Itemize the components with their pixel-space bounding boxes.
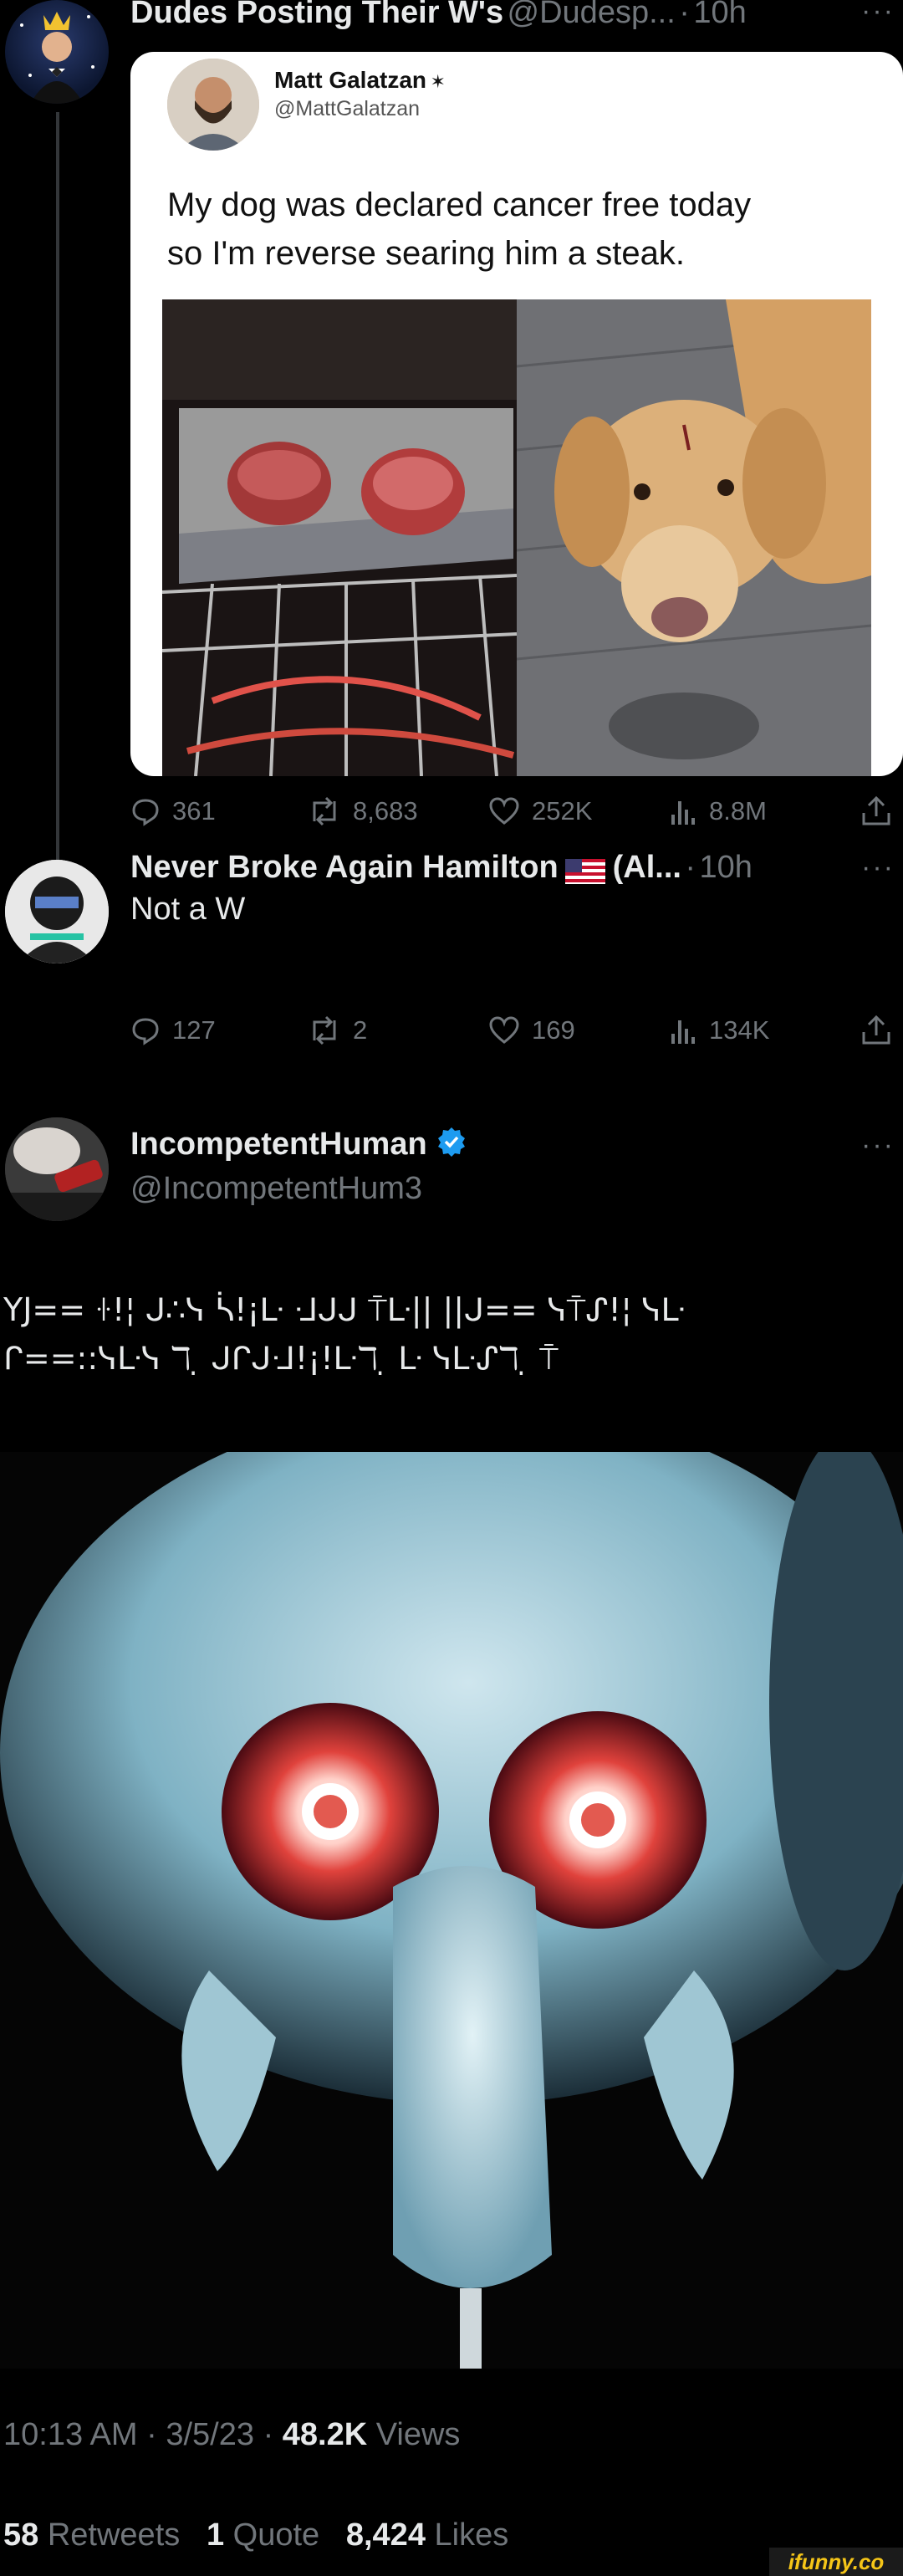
reply-count: 127 xyxy=(172,1015,216,1045)
more-options-icon[interactable]: ··· xyxy=(861,0,895,28)
retweet-button[interactable]: 2 xyxy=(308,1015,367,1045)
engagement-stats-row: 58 Retweets 1 Quote 8,424 Likes xyxy=(3,2517,508,2553)
dog-photo xyxy=(517,299,871,776)
avatar-illustration xyxy=(5,1117,109,1221)
retweet-icon xyxy=(313,1015,336,1045)
author-name-suffix[interactable]: (Al... xyxy=(613,850,681,885)
share-button[interactable] xyxy=(860,1014,893,1051)
tweet1-header: Dudes Posting Their W's @Dudesp... · 10h xyxy=(130,0,747,31)
like-count: 252K xyxy=(532,796,593,825)
retweet-icon xyxy=(313,796,336,826)
tweet3-header: IncompetentHuman xyxy=(130,1126,467,1166)
heart-icon xyxy=(489,1016,519,1044)
embedded-author-name: Matt Galatzan xyxy=(274,67,427,93)
avatar-incompetent-human[interactable] xyxy=(5,1117,109,1221)
retweets-label: Retweets xyxy=(47,2517,181,2553)
quotes-count: 1 xyxy=(206,2517,225,2553)
likes-count: 8,424 xyxy=(345,2517,426,2553)
author-name[interactable]: IncompetentHuman xyxy=(130,1127,427,1162)
us-flag-icon xyxy=(565,859,606,888)
separator: · xyxy=(263,2417,274,2452)
thread-line xyxy=(56,112,59,865)
views-count: 8.8M xyxy=(709,796,767,825)
likes-stat[interactable]: 8,424 Likes xyxy=(346,2517,508,2553)
share-button[interactable] xyxy=(860,795,893,832)
views-count: 134K xyxy=(709,1015,770,1045)
author-handle[interactable]: @Dudesp... xyxy=(508,0,676,30)
retweet-button[interactable]: 8,683 xyxy=(308,796,418,826)
embedded-avatar xyxy=(167,59,259,151)
squidward-meme-image[interactable] xyxy=(0,1452,903,2369)
like-count: 169 xyxy=(532,1015,575,1045)
views-label: Views xyxy=(375,2417,461,2452)
embedded-text-line1: My dog was declared cancer free today xyxy=(167,187,752,223)
tweet-text: Not a W xyxy=(130,892,246,927)
separator: · xyxy=(685,850,696,885)
like-button[interactable]: 169 xyxy=(488,1015,575,1045)
retweets-count: 58 xyxy=(3,2517,39,2553)
retweets-stat[interactable]: 58 Retweets xyxy=(3,2517,189,2553)
views-button[interactable]: 8.8M xyxy=(669,796,767,826)
reply-icon xyxy=(132,799,159,826)
tweet-time[interactable]: 10h xyxy=(693,0,746,30)
ifunny-watermark: ifunny.co xyxy=(769,2548,903,2576)
embedded-text-line2: so I'm reverse searing him a steak. xyxy=(167,235,685,272)
reply-button[interactable]: 361 xyxy=(130,796,216,826)
tweet-text-line1: YJ== ꖌ!¦ ᒍ∴ᓭ ᓵ!¡ᒷ ᒲᒍᒍ ⍑ᒷ|| ||ᒍ== ᓭ⍑ᔑ!¦ ᓭ… xyxy=(3,1291,686,1328)
tweet-text-line2: ᒋ==::ᓭᒷᓭ ℸ ̣ ᒍᒋᒍᒲ!¡!ᒷℸ ̣ ᒷ ᓭᒷᔑℸ ̣ ⍑ xyxy=(3,1340,559,1377)
reply-icon xyxy=(132,1018,159,1045)
tweet-time[interactable]: 10:13 AM xyxy=(3,2417,138,2452)
embedded-tweet-image[interactable]: Matt Galatzan ✶ @MattGalatzan My dog was… xyxy=(130,52,903,776)
more-options-icon[interactable]: ··· xyxy=(861,851,895,884)
tweet-time[interactable]: 10h xyxy=(700,850,752,885)
retweet-count: 8,683 xyxy=(353,796,418,825)
tweet2-header: Never Broke Again Hamilton (Al... · 10h xyxy=(130,850,752,888)
like-button[interactable]: 252K xyxy=(488,796,592,826)
star-icon: ✶ xyxy=(430,71,446,92)
tweet-date[interactable]: 3/5/23 xyxy=(166,2417,254,2452)
reply-button[interactable]: 127 xyxy=(130,1015,216,1045)
likes-label: Likes xyxy=(434,2517,509,2553)
author-name[interactable]: Dudes Posting Their W's xyxy=(130,0,503,30)
heart-icon xyxy=(489,797,519,825)
reply-count: 361 xyxy=(172,796,216,825)
verified-badge-icon xyxy=(436,1126,467,1166)
separator: · xyxy=(679,0,690,30)
embedded-author-handle: @MattGalatzan xyxy=(274,97,421,120)
author-handle[interactable]: @IncompetentHum3 xyxy=(130,1171,422,1207)
more-options-icon[interactable]: ··· xyxy=(861,1129,895,1162)
retweet-count: 2 xyxy=(353,1015,368,1045)
avatar-never-broke-again[interactable] xyxy=(5,860,109,963)
avatar-illustration xyxy=(5,860,109,963)
quotes-label: Quote xyxy=(232,2517,320,2553)
quotes-stat[interactable]: 1 Quote xyxy=(207,2517,329,2553)
author-name[interactable]: Never Broke Again Hamilton xyxy=(130,850,559,885)
oven-steak-photo xyxy=(162,299,517,776)
avatar-dudes-posting[interactable] xyxy=(5,0,109,104)
separator: · xyxy=(146,2417,157,2452)
share-icon xyxy=(862,795,890,825)
share-icon xyxy=(862,1015,890,1045)
views-icon xyxy=(671,801,695,825)
tweet-timestamp-row: 10:13 AM · 3/5/23 · 48.2K Views xyxy=(3,2417,460,2453)
watermark-text: ifunny.co xyxy=(788,2548,885,2574)
avatar-illustration xyxy=(20,12,94,104)
views-icon xyxy=(671,1020,695,1044)
views-count: 48.2K xyxy=(282,2417,368,2452)
views-button[interactable]: 134K xyxy=(669,1015,769,1045)
